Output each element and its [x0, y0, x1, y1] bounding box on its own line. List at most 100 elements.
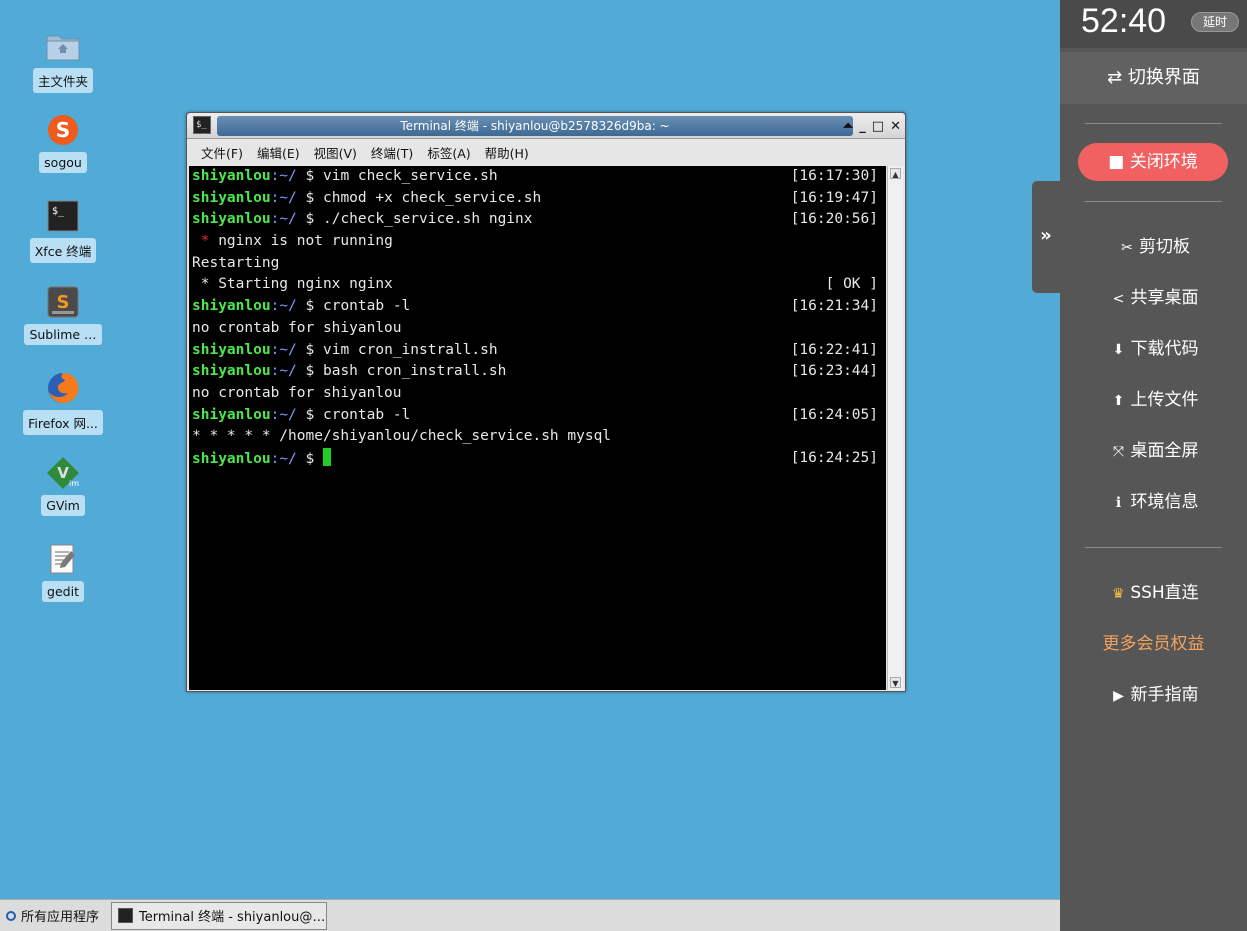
upload-file-button[interactable]: ⬆ 上传文件	[1060, 385, 1247, 415]
vertical-scrollbar[interactable]: ▲ ▼	[887, 166, 903, 690]
scroll-down-icon[interactable]: ▼	[890, 677, 901, 688]
terminal-window[interactable]: $_ Terminal 终端 - shiyanlou@b2578326d9ba:…	[186, 112, 906, 692]
taskbar-terminal-button[interactable]: Terminal 终端 - shiyanlou@…	[111, 901, 328, 930]
applications-icon	[6, 910, 16, 921]
download-code-button[interactable]: ⬇ 下载代码	[1060, 334, 1247, 364]
switch-icon: ⇄	[1107, 67, 1123, 88]
collapse-panel-button[interactable]: »	[1032, 181, 1060, 293]
fullscreen-label: 桌面全屏	[1130, 441, 1199, 461]
window-titlebar[interactable]: $_ Terminal 终端 - shiyanlou@b2578326d9ba:…	[187, 113, 905, 139]
desktop-icon-sogou[interactable]: S sogou	[18, 112, 108, 173]
output-text: no crontab for shiyanlou	[192, 384, 402, 401]
taskbar-terminal-label: Terminal 终端 - shiyanlou@…	[139, 910, 326, 925]
minimize-button[interactable]: _	[859, 119, 866, 134]
terminal-output[interactable]: shiyanlou:~/ $ vim check_service.sh [16:1…	[189, 166, 886, 690]
terminal-icon: $_	[45, 198, 81, 234]
close-environment-label: 关闭环境	[1129, 152, 1198, 172]
maximize-button[interactable]: □	[872, 119, 884, 134]
share-desktop-button[interactable]: < 共享桌面	[1060, 283, 1247, 313]
more-vip-benefits-link[interactable]: 更多会员权益	[1060, 629, 1247, 659]
extend-time-button[interactable]: 延时	[1191, 12, 1239, 32]
prompt-sign: $	[296, 189, 323, 206]
command-text: bash cron_instrall.sh	[322, 363, 507, 380]
menu-edit[interactable]: 编辑(E)	[257, 143, 300, 162]
desktop-icon-home[interactable]: 主文件夹	[18, 28, 108, 93]
prompt-path: :~/	[270, 450, 297, 467]
prompt-sign: $	[296, 341, 323, 358]
menu-terminal[interactable]: 终端(T)	[371, 143, 413, 162]
prompt-user: shiyanlou	[192, 363, 271, 380]
close-button[interactable]: ✕	[890, 119, 901, 134]
crown-icon: ♛	[1112, 586, 1125, 602]
menu-tabs[interactable]: 标签(A)	[427, 143, 470, 162]
menu-file[interactable]: 文件(F)	[201, 143, 243, 162]
clipboard-button[interactable]: ✂ 剪切板	[1060, 232, 1247, 262]
command-text: chmod +x check_service.sh	[322, 189, 542, 206]
ssh-connect-button[interactable]: ♛ SSH直连	[1060, 578, 1247, 608]
command-text: crontab -l	[322, 406, 411, 423]
terminal-line: shiyanlou:~/ $ vim cron_instrall.sh [16:2…	[189, 340, 886, 362]
prompt-user: shiyanlou	[192, 298, 271, 315]
close-environment-button[interactable]: ■ 关闭环境	[1078, 143, 1228, 181]
timestamp: [16:23:44]	[790, 363, 878, 380]
desktop-icon-gvim[interactable]: Vim GVim	[18, 455, 108, 516]
prompt-user: shiyanlou	[192, 450, 271, 467]
prompt-sign: $	[296, 406, 323, 423]
beginner-guide-label: 新手指南	[1130, 685, 1199, 705]
prompt-sign: $	[296, 450, 323, 467]
menu-bar: 文件(F) 编辑(E) 视图(V) 终端(T) 标签(A) 帮助(H)	[187, 140, 905, 164]
sogou-icon: S	[45, 112, 81, 148]
taskbar: 所有应用程序 Terminal 终端 - shiyanlou@…	[0, 899, 1060, 931]
error-bullet: *	[192, 233, 219, 250]
terminal-line: shiyanlou:~/ $ ./check_service.sh nginx […	[189, 209, 886, 231]
timestamp: [16:17:30]	[790, 168, 878, 184]
prompt-user: shiyanlou	[192, 211, 271, 228]
desktop-icon-label: Xfce 终端	[29, 238, 97, 263]
command-text: ./check_service.sh nginx	[322, 211, 533, 228]
timestamp: [16:20:56]	[790, 211, 878, 228]
prompt-sign: $	[296, 168, 323, 184]
desktop-icon-label: Sublime …	[24, 324, 102, 345]
output-text: nginx is not running	[218, 233, 393, 250]
prompt-path: :~/	[270, 211, 297, 228]
applications-menu-button[interactable]: 所有应用程序	[0, 900, 107, 931]
desktop-icon-firefox[interactable]: Firefox 网...	[18, 370, 108, 435]
terminal-line: * nginx is not running	[189, 231, 886, 253]
home-folder-icon	[45, 28, 81, 64]
ssh-connect-label: SSH直连	[1130, 583, 1199, 603]
menu-help[interactable]: 帮助(H)	[485, 143, 529, 162]
share-desktop-label: 共享桌面	[1130, 288, 1199, 308]
prompt-path: :~/	[270, 406, 297, 423]
svg-text:$_: $_	[52, 206, 65, 217]
desktop-icon-gedit[interactable]: gedit	[18, 541, 108, 602]
timer: 52:40 延时	[1060, 0, 1247, 48]
beginner-guide-button[interactable]: ▶ 新手指南	[1060, 680, 1247, 710]
desktop-icon-label: 主文件夹	[32, 68, 93, 93]
menu-view[interactable]: 视图(V)	[314, 143, 357, 162]
prompt-path: :~/	[270, 168, 297, 184]
command-text: crontab -l	[322, 298, 411, 315]
prompt-user: shiyanlou	[192, 168, 271, 184]
terminal-line: shiyanlou:~/ $ crontab -l [16:21:34]	[189, 296, 886, 318]
info-icon: ℹ	[1115, 495, 1122, 511]
divider	[1085, 547, 1222, 548]
terminal-line: * * * * * /home/shiyanlou/check_service.…	[189, 426, 886, 448]
terminal-line: Restarting	[189, 253, 886, 275]
prompt-sign: $	[296, 363, 323, 380]
scroll-up-icon[interactable]: ▲	[890, 168, 901, 179]
gvim-icon: Vim	[45, 455, 81, 491]
switch-interface-button[interactable]: ⇄ 切换界面	[1060, 52, 1247, 104]
applications-label: 所有应用程序	[21, 910, 100, 925]
timer-value: 52:40	[1081, 2, 1167, 40]
command-text: vim cron_instrall.sh	[322, 341, 498, 358]
desktop-icon-sublime[interactable]: S Sublime …	[18, 284, 108, 345]
fullscreen-button[interactable]: ⤧ 桌面全屏	[1060, 436, 1247, 466]
desktop-icon-xfce-terminal[interactable]: $_ Xfce 终端	[18, 198, 108, 263]
shade-icon[interactable]: ⏶	[843, 119, 853, 134]
svg-text:V: V	[57, 464, 69, 482]
environment-info-button[interactable]: ℹ 环境信息	[1060, 487, 1247, 517]
scissors-icon: ✂	[1121, 240, 1133, 256]
desktop-icon-label: Firefox 网...	[23, 410, 103, 435]
prompt-user: shiyanlou	[192, 406, 271, 423]
desktop: 主文件夹 S sogou $_ Xfce 终端 S Sublime … Fire…	[0, 0, 1060, 899]
